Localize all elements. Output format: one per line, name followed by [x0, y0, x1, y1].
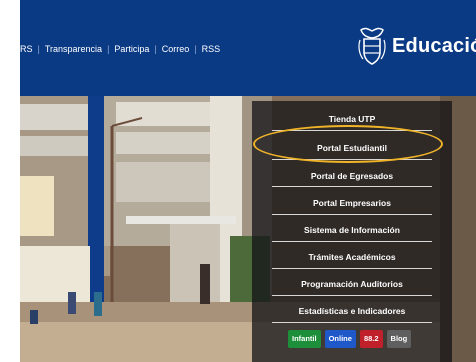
top-link-correo[interactable]: Correo: [162, 44, 190, 54]
menu-divider: [272, 322, 432, 323]
top-link-participa[interactable]: Participa: [114, 44, 149, 54]
menu-divider: [272, 214, 432, 215]
menu-item-tramites-academicos[interactable]: Trámites Académicos: [252, 247, 452, 267]
site-header: RS | Transparencia | Participa | Correo …: [20, 0, 476, 96]
tag-blog[interactable]: Blog: [386, 330, 412, 348]
top-link-rss[interactable]: RSS: [202, 44, 221, 54]
top-link-separator: |: [107, 44, 110, 54]
tag-online[interactable]: Online: [324, 330, 356, 348]
menu-divider: [272, 186, 432, 187]
top-link-separator: |: [194, 44, 197, 54]
top-link-separator: |: [37, 44, 40, 54]
top-link-separator: |: [154, 44, 157, 54]
menu-item-portal-egresados[interactable]: Portal de Egresados: [252, 166, 452, 186]
tag-radio-88-2[interactable]: 88.2: [359, 330, 383, 348]
menu-item-portal-empresarios[interactable]: Portal Empresarios: [252, 193, 452, 213]
menu-divider: [272, 295, 432, 296]
menu-item-sistema-informacion[interactable]: Sistema de Información: [252, 220, 452, 240]
page-left-margin: [0, 0, 20, 362]
page: RS | Transparencia | Participa | Correo …: [0, 0, 476, 362]
highlight-circle: [253, 125, 443, 163]
menu-divider: [272, 268, 432, 269]
menu-item-programacion-auditorios[interactable]: Programación Auditorios: [252, 274, 452, 294]
menu-divider: [272, 241, 432, 242]
tag-infantil[interactable]: Infantil: [288, 330, 321, 348]
menu-item-estadisticas-indicadores[interactable]: Estadísticas e Indicadores: [252, 301, 452, 321]
media-links-row: Infantil Online 88.2 Blog: [288, 330, 415, 348]
top-links-nav: RS | Transparencia | Participa | Correo …: [20, 44, 220, 54]
brand-name: Educación: [392, 34, 476, 57]
government-brand[interactable]: Educación: [358, 26, 476, 66]
top-link-rs[interactable]: RS: [20, 44, 33, 54]
coat-of-arms-icon: [358, 27, 386, 65]
top-link-transparencia[interactable]: Transparencia: [45, 44, 102, 54]
